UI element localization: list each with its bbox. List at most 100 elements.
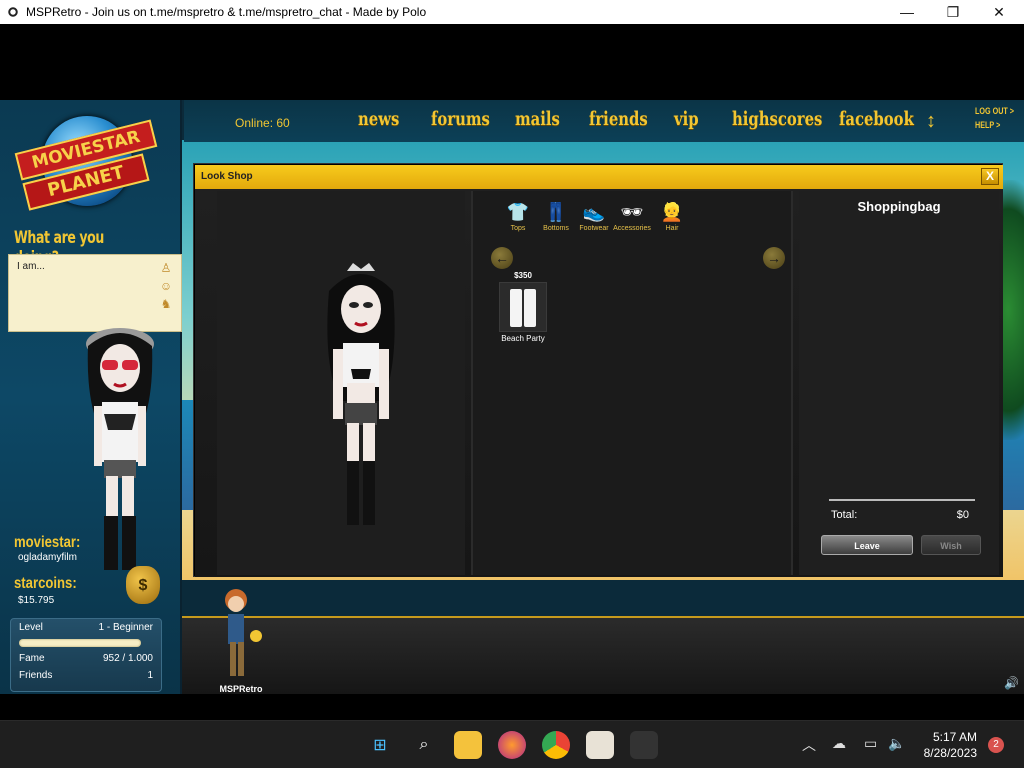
game-viewport: Online: 60 news forums mails friends vip… xyxy=(0,24,1024,720)
tab-footwear-label: Footwear xyxy=(579,225,609,232)
level-progress-bar xyxy=(19,639,141,647)
firefox-icon[interactable] xyxy=(498,731,526,759)
starcoins-label: starcoins: xyxy=(14,575,77,592)
look-shop-dialog: Look Shop X 👕 Tops 👖 Bottoms 👟 Footwear … xyxy=(194,164,1003,577)
look-shop-body: 👕 Tops 👖 Bottoms 👟 Footwear 🕶 Accessorie… xyxy=(195,189,1003,577)
tab-accessories-label: Accessories xyxy=(613,225,651,232)
clock-date: 8/28/2023 xyxy=(923,746,977,760)
chat-character[interactable] xyxy=(218,586,264,682)
preview-avatar xyxy=(327,263,395,525)
chevron-up-icon[interactable]: ︿ xyxy=(802,735,816,755)
fame-label: Fame xyxy=(19,653,45,664)
moviestarplanet-logo: MOVIESTAR PLANET xyxy=(12,110,158,211)
tab-tops-label: Tops xyxy=(510,225,526,232)
look-shop-close-button[interactable]: X xyxy=(981,168,999,185)
shop-item[interactable]: $350 Beach Party xyxy=(495,271,551,343)
hair-icon: 👱 xyxy=(660,202,684,222)
shop-item-name: Beach Party xyxy=(501,334,545,343)
total-divider xyxy=(829,499,975,501)
shop-item-price: $350 xyxy=(514,271,532,280)
mood-animal-icon[interactable]: ♞ xyxy=(159,297,173,311)
tab-bottoms[interactable]: 👖 Bottoms xyxy=(537,199,575,239)
fame-value: 952 / 1.000 xyxy=(102,653,153,664)
starcoins-value: $15.795 xyxy=(18,595,55,606)
cloud-icon[interactable]: ☁ xyxy=(832,735,846,752)
volume-icon[interactable]: 🔈 xyxy=(888,735,905,752)
friends-label: Friends xyxy=(19,670,53,681)
fame-row: Fame 952 / 1.000 xyxy=(19,653,153,664)
window-titlebar: MSPRetro - Join us on t.me/mspretro & t.… xyxy=(0,0,1024,24)
help-link[interactable]: HELP > xyxy=(975,120,1000,130)
tab-accessories[interactable]: 🕶 Accessories xyxy=(613,199,651,239)
close-window-button[interactable]: ✕ xyxy=(976,0,1022,24)
moviestar-name: ogladamyfilm xyxy=(18,552,77,563)
clock[interactable]: 5:17 AM 8/28/2023 xyxy=(924,729,977,761)
taskbar: ⊞ ⌕ ︿ ☁ ▭ 🔈 5:17 AM 8/28/2023 2 xyxy=(0,720,1024,768)
shopping-bag-title: Shoppingbag xyxy=(857,199,941,214)
search-icon[interactable]: ⌕ xyxy=(410,731,438,759)
look-shop-titlebar: Look Shop X xyxy=(195,165,1003,189)
clock-time: 5:17 AM xyxy=(932,730,977,744)
mood-pose-icon[interactable]: ♙ xyxy=(159,261,173,275)
shirt-icon: 👕 xyxy=(506,202,530,222)
shopping-bag: Shoppingbag Total: $0 Leave Wish xyxy=(799,191,999,575)
nav-facebook[interactable]: facebook xyxy=(839,108,914,130)
moviestar-label: moviestar: xyxy=(14,534,81,551)
money-bag-icon[interactable]: $ xyxy=(126,566,160,604)
leave-button[interactable]: Leave xyxy=(821,535,913,555)
level-label: Level xyxy=(19,622,43,633)
total-label: Total: xyxy=(831,509,858,521)
level-value: 1 - Beginner xyxy=(98,622,153,633)
sound-icon[interactable]: 🔊 xyxy=(1004,676,1019,690)
total-value: $0 xyxy=(956,509,969,521)
status-mood-icons: ♙ ☺ ♞ xyxy=(159,261,173,311)
sunglasses-icon: 🕶 xyxy=(620,202,644,222)
nav-highscores[interactable]: highscores xyxy=(732,108,822,130)
dressing-room xyxy=(217,191,465,575)
status-text: I am... xyxy=(17,261,45,272)
maximize-button[interactable]: ❐ xyxy=(930,0,976,24)
nav-vip[interactable]: vip xyxy=(674,108,699,130)
nav-forums[interactable]: forums xyxy=(431,108,490,130)
mood-face-icon[interactable]: ☺ xyxy=(159,279,173,293)
shop-catalog: 👕 Tops 👖 Bottoms 👟 Footwear 🕶 Accessorie… xyxy=(471,191,793,575)
look-shop-title: Look Shop xyxy=(201,171,253,182)
app-icon-taskbar[interactable] xyxy=(586,731,614,759)
minimize-button[interactable]: — xyxy=(884,0,930,24)
chrome-icon[interactable] xyxy=(542,731,570,759)
tab-bottoms-label: Bottoms xyxy=(543,225,569,232)
fullscreen-toggle-icon[interactable]: ↕ xyxy=(926,110,936,133)
tab-hair[interactable]: 👱 Hair xyxy=(653,199,691,239)
nav-news[interactable]: news xyxy=(358,108,399,130)
next-page-button[interactable]: → xyxy=(763,247,785,269)
tab-tops[interactable]: 👕 Tops xyxy=(499,199,537,239)
tab-footwear[interactable]: 👟 Footwear xyxy=(575,199,613,239)
friends-value: 1 xyxy=(147,670,153,681)
window-title: MSPRetro - Join us on t.me/mspretro & t.… xyxy=(26,5,427,19)
mspretro-taskbar-icon[interactable] xyxy=(630,731,658,759)
profile-stats: Level 1 - Beginner Fame 952 / 1.000 Frie… xyxy=(10,618,162,692)
nav-friends[interactable]: friends xyxy=(589,108,648,130)
start-icon[interactable]: ⊞ xyxy=(366,731,394,759)
network-icon[interactable]: ▭ xyxy=(864,735,877,752)
shoes-icon: 👟 xyxy=(582,202,606,222)
chat-bar xyxy=(182,616,1024,694)
level-row: Level 1 - Beginner xyxy=(19,622,153,633)
pants-icon: 👖 xyxy=(544,202,568,222)
friends-row: Friends 1 xyxy=(19,670,153,681)
logout-link[interactable]: LOG OUT > xyxy=(975,106,1014,116)
left-profile-panel: MOVIESTAR PLANET What are you doing? I a… xyxy=(0,100,182,694)
wish-button[interactable]: Wish xyxy=(921,535,981,555)
game-stage: Online: 60 news forums mails friends vip… xyxy=(0,100,1024,694)
shop-item-thumbnail xyxy=(499,282,547,332)
prev-page-button[interactable]: ← xyxy=(491,247,513,269)
file-explorer-icon[interactable] xyxy=(454,731,482,759)
nav-mails[interactable]: mails xyxy=(515,108,560,130)
top-navigation: Online: 60 news forums mails friends vip… xyxy=(184,100,1024,142)
notification-badge[interactable]: 2 xyxy=(988,737,1004,753)
app-icon xyxy=(6,5,20,19)
chat-character-name: MSPRetro xyxy=(219,684,263,694)
online-count: Online: 60 xyxy=(235,116,290,130)
tab-hair-label: Hair xyxy=(665,225,679,232)
player-avatar[interactable] xyxy=(80,310,160,580)
